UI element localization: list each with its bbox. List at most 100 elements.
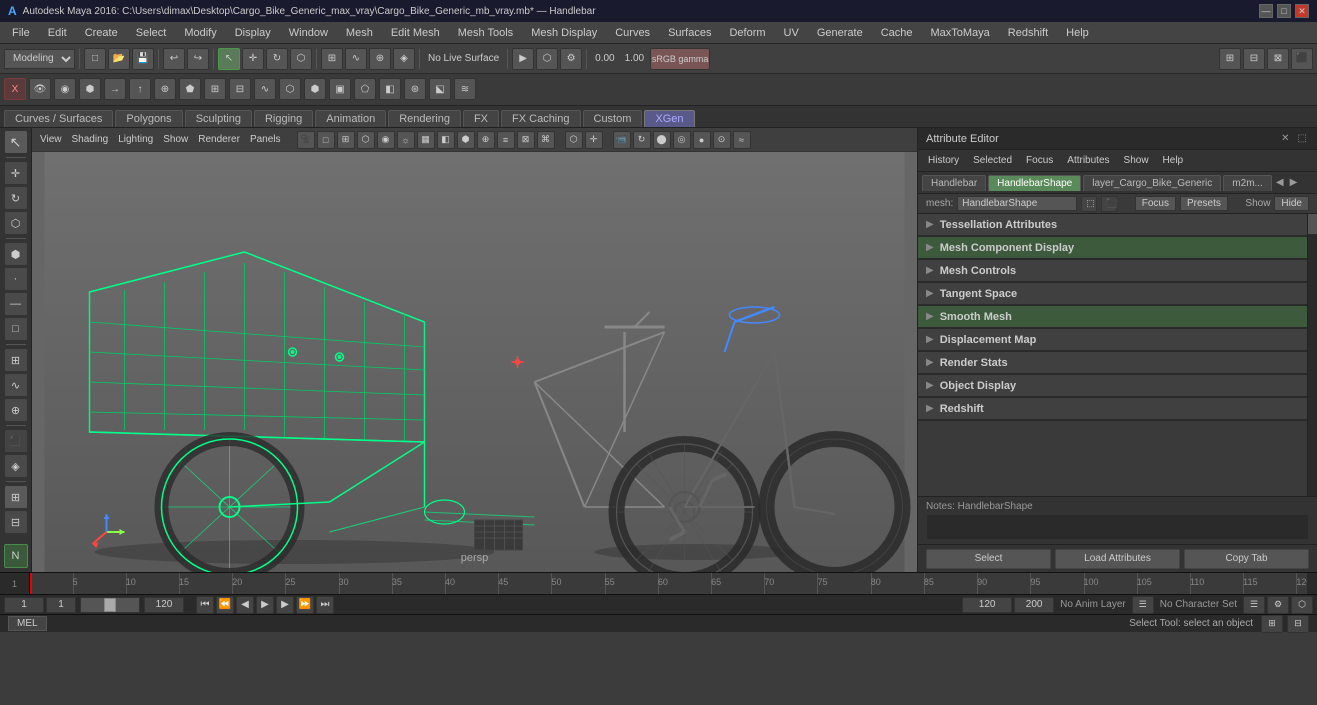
shelf-icon-13[interactable]: ⬢ <box>304 78 326 100</box>
nav-history[interactable]: History <box>922 154 965 167</box>
next-frame-btn[interactable]: ▶ <box>276 596 294 614</box>
obj-tab-m2m[interactable]: m2m... <box>1223 175 1272 191</box>
vp-manip-icon[interactable]: ✛ <box>585 131 603 149</box>
shelf-icon-10[interactable]: ⊟ <box>229 78 251 100</box>
section-redshift-header[interactable]: ▶ Redshift <box>918 398 1307 420</box>
shelf-btn-3[interactable]: ⊠ <box>1267 48 1289 70</box>
anim-layer-btn[interactable]: ☰ <box>1132 596 1154 614</box>
vp-extra-4[interactable]: ⊙ <box>713 131 731 149</box>
nav-attributes[interactable]: Attributes <box>1061 154 1115 167</box>
menu-cache[interactable]: Cache <box>873 25 921 41</box>
section-mesh-controls-header[interactable]: ▶ Mesh Controls <box>918 260 1307 282</box>
vp-icon-12[interactable]: ⌘ <box>537 131 555 149</box>
minimize-button[interactable]: — <box>1259 4 1273 18</box>
vp-icon-7[interactable]: ◧ <box>437 131 455 149</box>
tab-fx-caching[interactable]: FX Caching <box>501 110 580 127</box>
isolate-btn[interactable]: ◈ <box>4 454 28 478</box>
shelf-icon-19[interactable]: ≋ <box>454 78 476 100</box>
section-tangent-space-header[interactable]: ▶ Tangent Space <box>918 283 1307 305</box>
tab-fx[interactable]: FX <box>463 110 499 127</box>
hide-button[interactable]: Hide <box>1274 196 1309 211</box>
shelf-icon-18[interactable]: ⬕ <box>429 78 451 100</box>
shelf-btn-4[interactable]: ⬛ <box>1291 48 1313 70</box>
menu-deform[interactable]: Deform <box>721 25 773 41</box>
focus-button[interactable]: Focus <box>1135 196 1176 211</box>
pb-settings-btn[interactable]: ⚙ <box>1267 596 1289 614</box>
obj-tab-next-arrow[interactable]: ▶ <box>1288 175 1300 190</box>
menu-file[interactable]: File <box>4 25 38 41</box>
tab-rigging[interactable]: Rigging <box>254 110 313 127</box>
vp-icon-10[interactable]: ≡ <box>497 131 515 149</box>
vp-extra-5[interactable]: ≈ <box>733 131 751 149</box>
vp-lighting-menu[interactable]: Lighting <box>114 133 157 146</box>
prev-frame-btn[interactable]: ◀ <box>236 596 254 614</box>
shelf-icon-9[interactable]: ⊞ <box>204 78 226 100</box>
shelf-icon-4[interactable]: ⬢ <box>79 78 101 100</box>
menu-edit-mesh[interactable]: Edit Mesh <box>383 25 448 41</box>
shelf-icon-14[interactable]: ▣ <box>329 78 351 100</box>
snap-point-btn[interactable]: ⊕ <box>369 48 391 70</box>
play-btn[interactable]: ▶ <box>256 596 274 614</box>
obj-tab-handlebar[interactable]: Handlebar <box>922 175 986 191</box>
scale-tool-btn[interactable]: ⬡ <box>290 48 312 70</box>
shelf-btn-2[interactable]: ⊟ <box>1243 48 1265 70</box>
status-icon-1[interactable]: ⊞ <box>1261 615 1283 633</box>
anim-end-input[interactable] <box>962 597 1012 613</box>
vp-renderer-menu[interactable]: Renderer <box>194 133 244 146</box>
shelf-btn-1[interactable]: ⊞ <box>1219 48 1241 70</box>
char-set-btn[interactable]: ☰ <box>1243 596 1265 614</box>
vp-icon-2[interactable]: ⊞ <box>337 131 355 149</box>
mesh-check-btn-1[interactable]: ⬚ <box>1081 196 1097 212</box>
tab-polygons[interactable]: Polygons <box>115 110 182 127</box>
status-icon-2[interactable]: ⊟ <box>1287 615 1309 633</box>
vp-icon-3[interactable]: ⬡ <box>357 131 375 149</box>
shelf-icon-12[interactable]: ⬡ <box>279 78 301 100</box>
vp-icon-8[interactable]: ⬢ <box>457 131 475 149</box>
vp-loop-icon[interactable]: ↻ <box>633 131 651 149</box>
shelf-icon-15[interactable]: ⬠ <box>354 78 376 100</box>
vp-icon-9[interactable]: ⊕ <box>477 131 495 149</box>
presets-button[interactable]: Presets <box>1180 196 1228 211</box>
shelf-icon-11[interactable]: ∿ <box>254 78 276 100</box>
frame-end-input[interactable] <box>144 597 184 613</box>
frame-start-input[interactable] <box>4 597 44 613</box>
section-render-stats-header[interactable]: ▶ Render Stats <box>918 352 1307 374</box>
snap-surface-btn[interactable]: ◈ <box>393 48 415 70</box>
vp-cam-icon[interactable]: 📹 <box>613 131 631 149</box>
vp-extra-3[interactable]: ● <box>693 131 711 149</box>
undo-btn[interactable]: ↩ <box>163 48 185 70</box>
scale-mode-btn[interactable]: ⬡ <box>4 211 28 235</box>
select-button[interactable]: Select <box>926 549 1051 569</box>
vp-extra-2[interactable]: ◎ <box>673 131 691 149</box>
attr-scrollbar[interactable] <box>1307 214 1317 496</box>
shelf-icon-2[interactable]: 👁 <box>29 78 51 100</box>
select-mode-btn[interactable]: ↖ <box>4 130 28 154</box>
menu-maxtomaya[interactable]: MaxToMaya <box>923 25 998 41</box>
tab-rendering[interactable]: Rendering <box>388 110 461 127</box>
workspace-dropdown[interactable]: Modeling <box>4 49 75 69</box>
snap-grid-left-btn[interactable]: ⊞ <box>4 348 28 372</box>
vp-icon-1[interactable]: □ <box>317 131 335 149</box>
shelf-icon-1[interactable]: X <box>4 78 26 100</box>
section-mesh-component-header[interactable]: ▶ Mesh Component Display <box>918 237 1307 259</box>
vp-icon-5[interactable]: ☼ <box>397 131 415 149</box>
vp-view-menu[interactable]: View <box>36 133 66 146</box>
section-smooth-mesh-header[interactable]: ▶ Smooth Mesh <box>918 306 1307 328</box>
face-mode-btn[interactable]: □ <box>4 317 28 341</box>
tab-xgen[interactable]: XGen <box>644 110 694 127</box>
vp-extra-1[interactable]: ⬤ <box>653 131 671 149</box>
vp-icon-6[interactable]: ▦ <box>417 131 435 149</box>
frame-indicator-input[interactable] <box>46 597 76 613</box>
go-end-btn[interactable]: ⏭ <box>316 596 334 614</box>
snap-point-left-btn[interactable]: ⊕ <box>4 398 28 422</box>
maximize-button[interactable]: □ <box>1277 4 1291 18</box>
vp-icon-11[interactable]: ⊠ <box>517 131 535 149</box>
nav-selected[interactable]: Selected <box>967 154 1018 167</box>
menu-surfaces[interactable]: Surfaces <box>660 25 719 41</box>
mesh-name-input[interactable] <box>957 196 1077 211</box>
tab-curves-surfaces[interactable]: Curves / Surfaces <box>4 110 113 127</box>
menu-help[interactable]: Help <box>1058 25 1097 41</box>
shelf-icon-8[interactable]: ⬟ <box>179 78 201 100</box>
shelf-icon-6[interactable]: ↑ <box>129 78 151 100</box>
vertex-mode-btn[interactable]: · <box>4 267 28 291</box>
